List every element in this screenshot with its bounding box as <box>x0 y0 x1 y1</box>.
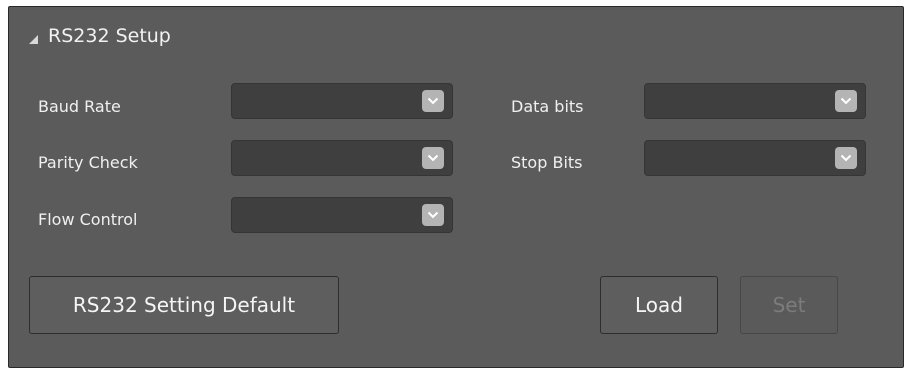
chevron-down-icon[interactable] <box>422 204 444 226</box>
load-button[interactable]: Load <box>600 276 718 334</box>
rs232-setting-default-button[interactable]: RS232 Setting Default <box>29 276 339 334</box>
flow-control-dropdown[interactable] <box>231 197 453 233</box>
chevron-down-icon[interactable] <box>835 90 857 112</box>
stop-bits-label: Stop Bits <box>511 153 583 172</box>
data-bits-label: Data bits <box>511 97 584 116</box>
chevron-down-icon[interactable] <box>835 147 857 169</box>
chevron-down-icon[interactable] <box>422 147 444 169</box>
collapse-triangle-icon[interactable] <box>27 28 39 44</box>
flow-control-label: Flow Control <box>38 210 138 229</box>
parity-check-dropdown[interactable] <box>231 140 453 176</box>
baud-rate-dropdown[interactable] <box>231 83 453 119</box>
section-title: RS232 Setup <box>48 25 171 47</box>
parity-check-label: Parity Check <box>38 153 138 172</box>
baud-rate-label: Baud Rate <box>38 97 121 116</box>
set-button[interactable]: Set <box>740 276 838 334</box>
chevron-down-icon[interactable] <box>422 90 444 112</box>
section-header[interactable]: RS232 Setup <box>27 25 171 47</box>
stop-bits-dropdown[interactable] <box>644 140 866 176</box>
data-bits-dropdown[interactable] <box>644 83 866 119</box>
rs232-setup-panel: RS232 Setup Baud Rate Parity Check Flow … <box>8 6 904 368</box>
